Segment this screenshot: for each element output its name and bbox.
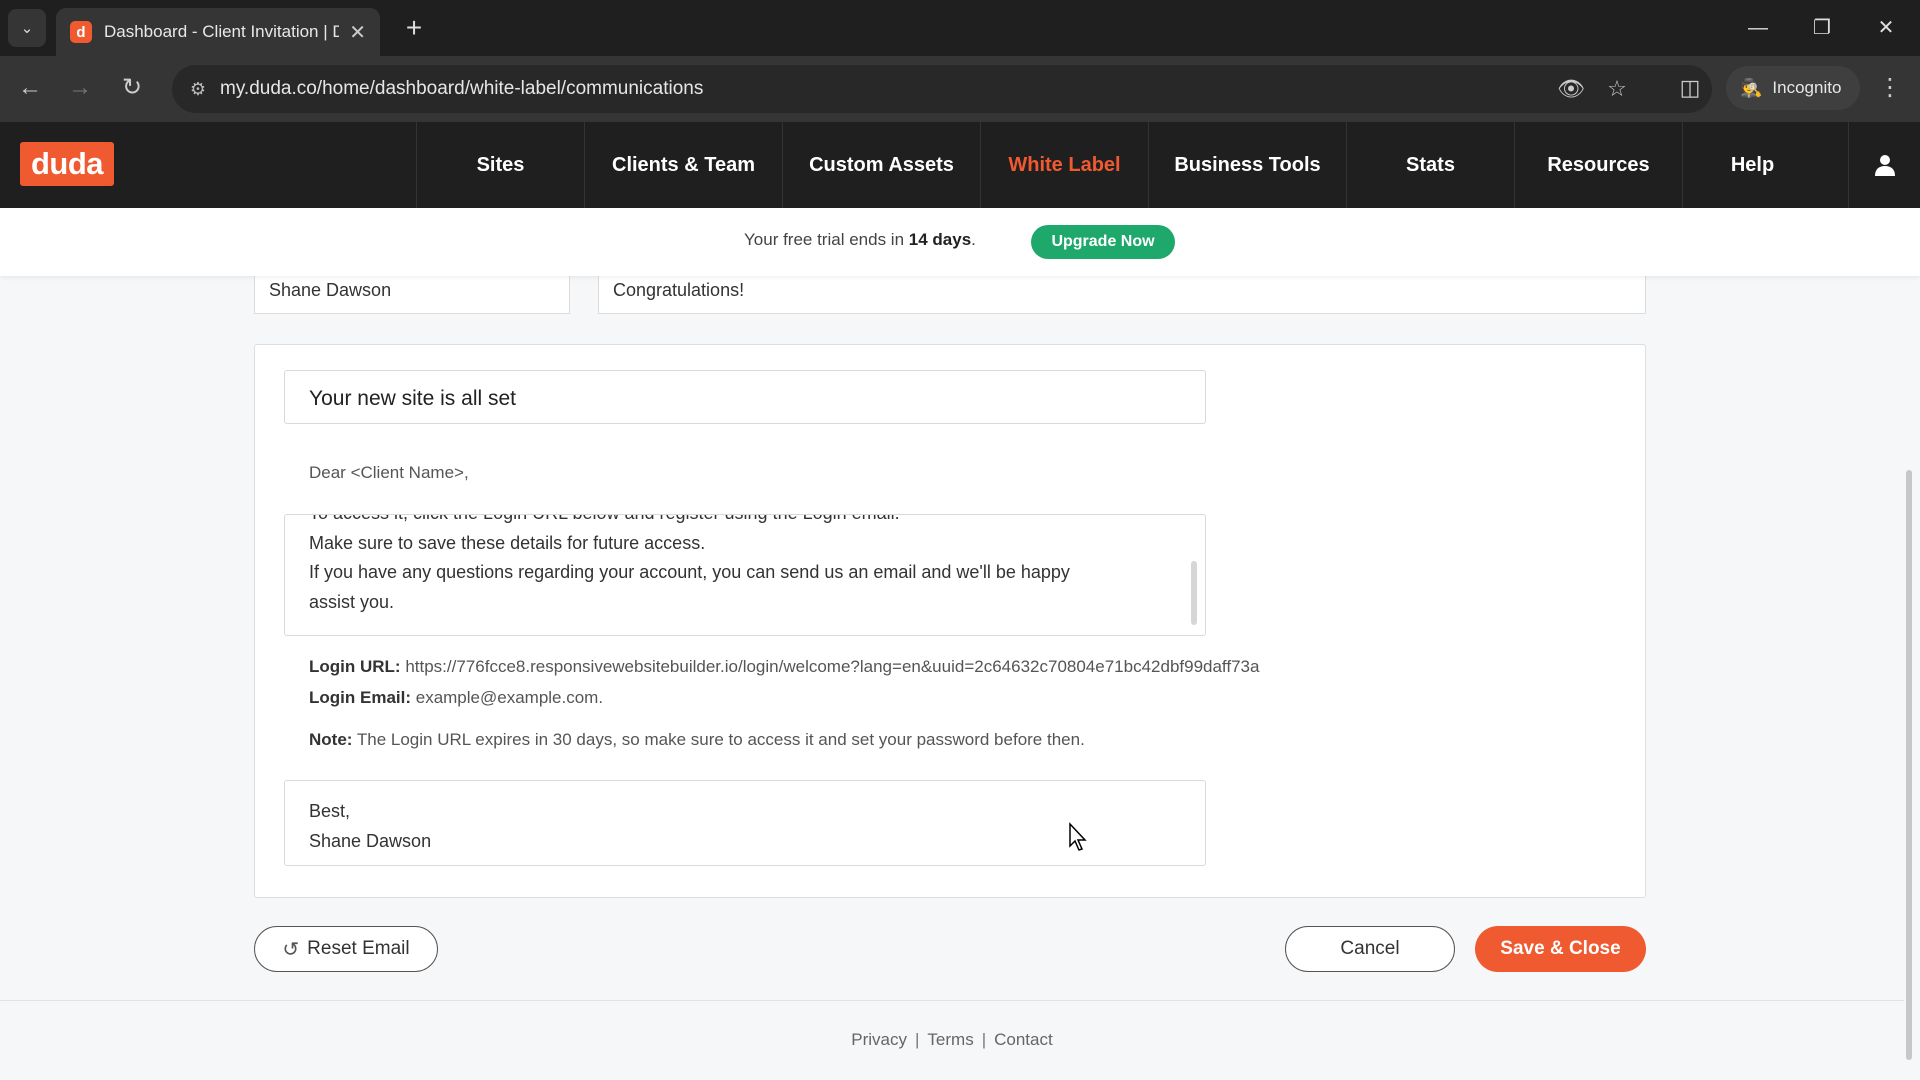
email-body-textarea[interactable]: To access it, click the Login URL below … — [284, 514, 1206, 636]
tab-title: Dashboard - Client Invitation | D — [104, 22, 340, 41]
email-greeting: Dear <Client Name>, — [309, 463, 469, 482]
back-arrow-icon[interactable]: ← — [12, 70, 48, 106]
nav-stats[interactable]: Stats — [1346, 122, 1514, 208]
site-info-tune-icon[interactable]: ⚙ — [184, 75, 212, 103]
duda-favicon-icon: d — [70, 21, 92, 43]
browser-menu-kebab-icon[interactable]: ⋮ — [1872, 70, 1908, 106]
reset-undo-icon: ↺ — [282, 938, 300, 961]
trial-days: 14 days — [908, 230, 972, 249]
body-line: If you have any questions regarding your… — [309, 562, 1070, 582]
signoff-line: Best, — [309, 801, 351, 821]
body-line: assist you. — [309, 591, 395, 612]
login-email-value: example@example.com. — [415, 688, 604, 707]
minimize-icon[interactable]: — — [1736, 10, 1780, 46]
login-url-line: Login URL: https://776fcce8.responsivewe… — [309, 657, 1259, 677]
save-close-button[interactable]: Save & Close — [1475, 926, 1646, 972]
browser-toolbar: ← → ↻ ⚙ my.duda.co/home/dashboard/white-… — [0, 56, 1920, 122]
reset-email-button[interactable]: ↺ Reset Email — [254, 926, 438, 972]
new-tab-plus-icon[interactable]: + — [396, 10, 432, 46]
incognito-label: Incognito — [1772, 78, 1842, 97]
mouse-cursor-icon — [1069, 822, 1087, 851]
privacy-link[interactable]: Privacy — [851, 1030, 907, 1049]
upgrade-now-button[interactable]: Upgrade Now — [1031, 225, 1175, 259]
user-account-icon[interactable] — [1848, 122, 1920, 208]
login-email-label: Login Email: — [309, 688, 411, 707]
cancel-button[interactable]: Cancel — [1285, 926, 1455, 972]
footer-separator: | — [981, 1030, 987, 1049]
address-bar[interactable]: ⚙ my.duda.co/home/dashboard/white-label/… — [172, 65, 1712, 113]
note-line: Note: The Login URL expires in 30 days, … — [309, 730, 1085, 750]
nav-business-tools[interactable]: Business Tools — [1148, 122, 1346, 208]
reload-icon[interactable]: ↻ — [114, 70, 150, 106]
login-url-label: Login URL: — [309, 657, 401, 676]
footer-separator: | — [915, 1030, 920, 1049]
window-close-icon[interactable]: ✕ — [1864, 10, 1908, 46]
contact-link[interactable]: Contact — [994, 1030, 1053, 1049]
incognito-icon: 🕵 — [1740, 77, 1763, 98]
browser-tab-strip: ⌄ d Dashboard - Client Invitation | D ✕ … — [0, 0, 1920, 56]
restore-icon[interactable]: ❐ — [1800, 10, 1844, 46]
login-url-value: https://776fcce8.responsivewebsitebuilde… — [405, 657, 1260, 676]
forward-arrow-icon[interactable]: → — [62, 70, 98, 106]
trial-prefix: Your free trial ends in — [744, 230, 905, 249]
browser-tab[interactable]: d Dashboard - Client Invitation | D ✕ — [56, 8, 380, 56]
footer-links: Privacy | Terms | Contact — [0, 1030, 1904, 1050]
url-text[interactable]: my.duda.co/home/dashboard/white-label/co… — [220, 78, 703, 100]
reset-email-label: Reset Email — [307, 938, 410, 959]
nav-custom-assets[interactable]: Custom Assets — [782, 122, 980, 208]
side-panel-icon[interactable]: ◫ — [1672, 70, 1708, 106]
body-line: Make sure to save these details for futu… — [309, 532, 706, 553]
bookmark-star-icon[interactable]: ☆ — [1602, 75, 1632, 103]
nav-clients-team[interactable]: Clients & Team — [584, 122, 782, 208]
signoff-line: Shane Dawson — [309, 830, 432, 851]
main-nav: Sites Clients & Team Custom Assets White… — [416, 122, 1822, 208]
footer-divider — [0, 1000, 1904, 1001]
app-header: duda Sites Clients & Team Custom Assets … — [0, 122, 1920, 208]
email-body-scrollbar[interactable] — [1191, 561, 1197, 625]
body-line: To access it, click the Login URL below … — [309, 515, 1169, 529]
email-body-text[interactable]: To access it, click the Login URL below … — [309, 515, 1169, 617]
trial-banner: Your free trial ends in 14 days. Upgrade… — [0, 208, 1920, 276]
trial-message: Your free trial ends in 14 days. — [744, 230, 976, 250]
duda-logo[interactable]: duda — [20, 142, 114, 186]
login-email-line: Login Email: example@example.com. — [309, 688, 603, 708]
nav-help[interactable]: Help — [1682, 122, 1822, 208]
terms-link[interactable]: Terms — [927, 1030, 973, 1049]
eye-off-icon[interactable]: 👁 — [1556, 75, 1586, 103]
nav-resources[interactable]: Resources — [1514, 122, 1682, 208]
trial-suffix: . — [971, 230, 976, 249]
note-label: Note: — [309, 730, 353, 749]
note-text: The Login URL expires in 30 days, so mak… — [356, 730, 1085, 749]
page-scrollbar[interactable] — [1906, 470, 1912, 1060]
nav-white-label[interactable]: White Label — [980, 122, 1148, 208]
tab-close-icon[interactable]: ✕ — [349, 20, 366, 45]
email-subject-field[interactable]: Your new site is all set — [284, 370, 1206, 424]
tab-search-chevron-down-icon[interactable]: ⌄ — [8, 9, 46, 47]
incognito-badge[interactable]: 🕵 Incognito — [1726, 66, 1860, 110]
nav-sites[interactable]: Sites — [416, 122, 584, 208]
